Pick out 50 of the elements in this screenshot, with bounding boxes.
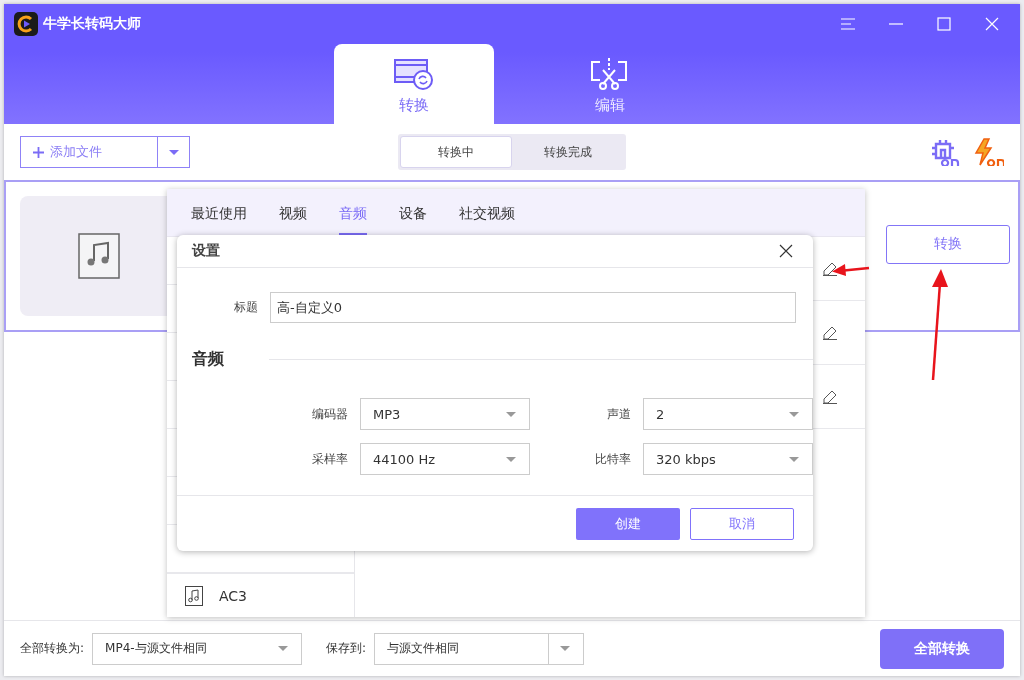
- chip-on-icon: [930, 138, 960, 166]
- section-heading: 音频: [192, 349, 225, 370]
- title-input[interactable]: 高-自定义0: [270, 292, 796, 323]
- scissors-icon: [590, 58, 630, 90]
- save-to-label: 保存到:: [326, 640, 367, 657]
- annotation-arrow: [832, 263, 870, 277]
- music-file-icon: [185, 585, 203, 606]
- field-label: 采样率: [311, 450, 348, 468]
- select-field[interactable]: 44100 Hz: [360, 443, 530, 475]
- convert-button[interactable]: 转换: [886, 224, 1010, 264]
- save-path-select[interactable]: 与源文件相同: [374, 632, 585, 665]
- select-field[interactable]: MP3: [360, 398, 530, 430]
- caret-icon: [167, 148, 180, 156]
- lightning-on-icon: [974, 138, 1004, 166]
- caret-icon: [277, 645, 290, 652]
- create-button[interactable]: 创建: [576, 507, 680, 540]
- caret-icon: [788, 410, 800, 418]
- pencil-icon[interactable]: [823, 325, 837, 340]
- convert-all-button[interactable]: 全部转换: [880, 628, 1004, 669]
- dialog-title: 设置: [192, 242, 221, 260]
- format-tab[interactable]: 视频: [279, 205, 307, 236]
- format-tab[interactable]: 设备: [399, 205, 427, 236]
- format-tab[interactable]: 社交视频: [459, 205, 515, 236]
- caret-icon: [559, 645, 572, 652]
- format-tab[interactable]: 最近使用: [191, 205, 247, 236]
- select-field[interactable]: 2: [643, 398, 813, 430]
- caret-icon: [788, 455, 800, 463]
- close-icon[interactable]: [779, 244, 793, 258]
- title-label: 标题: [233, 299, 258, 316]
- main-tab[interactable]: 转换: [334, 44, 494, 124]
- app-title: 牛学长转码大师: [43, 15, 141, 33]
- status-tab[interactable]: 转换中: [400, 136, 512, 168]
- pencil-icon[interactable]: [823, 389, 837, 404]
- caret-icon: [505, 455, 517, 463]
- pencil-icon[interactable]: [823, 261, 837, 276]
- convert-all-label: 全部转换为:: [20, 640, 85, 657]
- caret-icon: [505, 410, 517, 418]
- menu-icon[interactable]: [841, 17, 855, 31]
- field-label: 比特率: [594, 450, 631, 468]
- field-label: 声道: [606, 405, 631, 423]
- select-field[interactable]: 320 kbps: [643, 443, 813, 475]
- film-convert-icon: [394, 58, 434, 90]
- cancel-button[interactable]: 取消: [690, 507, 794, 540]
- maximize-icon[interactable]: [937, 17, 951, 31]
- app-logo: [14, 12, 38, 36]
- plus-icon: [33, 146, 44, 158]
- music-note-icon: [78, 232, 122, 280]
- format-select[interactable]: MP4-与源文件相同: [92, 632, 303, 665]
- field-label: 编码器: [311, 405, 348, 423]
- status-tab[interactable]: 转换完成: [512, 136, 624, 168]
